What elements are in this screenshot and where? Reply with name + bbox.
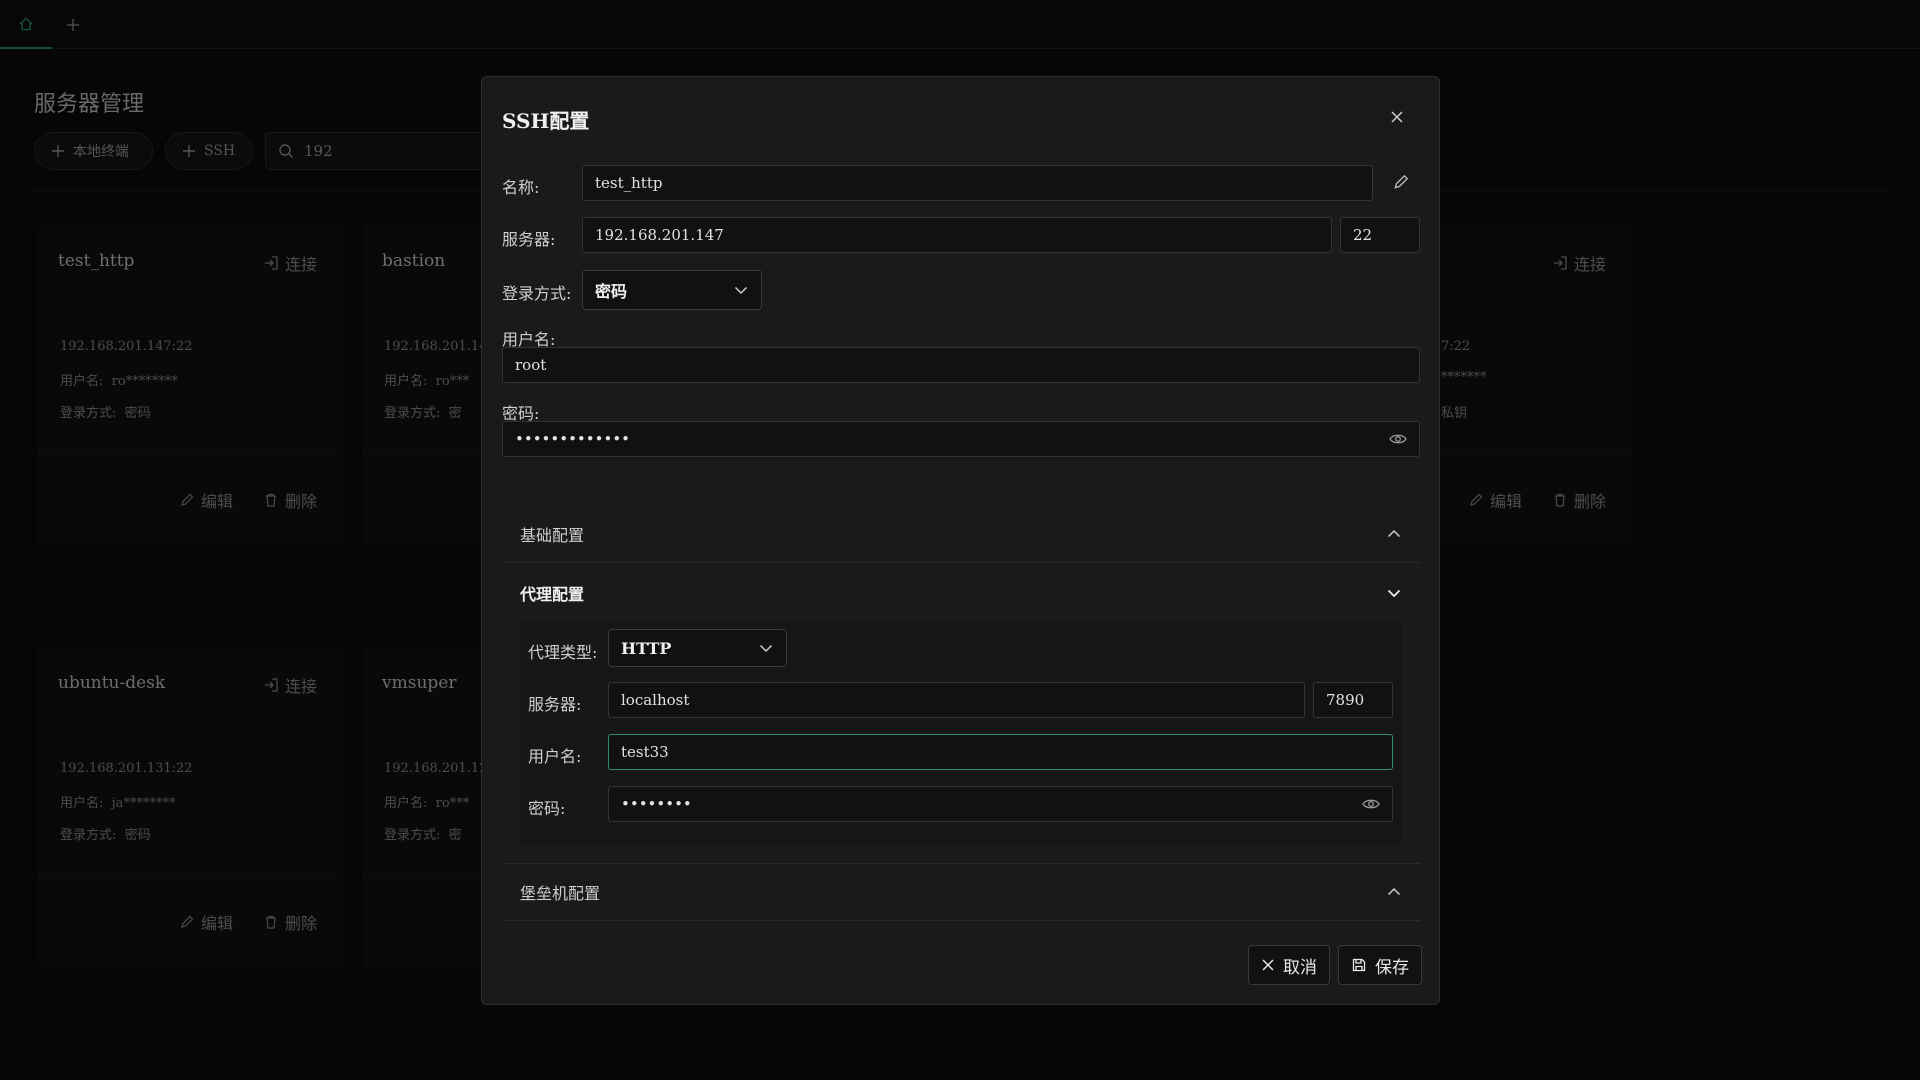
ssh-config-dialog: SSH配置 名称: test_http 服务器: 192.168.201.147… <box>481 76 1440 1005</box>
section-label: 代理配置 <box>520 585 585 604</box>
save-label: 保存 <box>1375 957 1409 978</box>
chevron-down-icon <box>1386 585 1402 601</box>
eye-icon[interactable] <box>1389 432 1407 446</box>
dialog-title: SSH配置 <box>502 109 590 133</box>
pencil-icon <box>1392 173 1410 191</box>
port-field[interactable]: 22 <box>1340 217 1420 253</box>
eye-icon[interactable] <box>1362 797 1380 811</box>
proxy-port-field[interactable]: 7890 <box>1313 682 1393 718</box>
close-icon <box>1389 109 1405 125</box>
bastion-config-section[interactable]: 堡垒机配置 <box>502 863 1420 921</box>
password-field[interactable]: ••••••••••••• <box>502 421 1420 457</box>
proxy-password-value: •••••••• <box>621 795 692 813</box>
proxy-server-field[interactable]: localhost <box>608 682 1305 718</box>
proxy-username-field[interactable]: test33 <box>608 734 1393 770</box>
server-field[interactable]: 192.168.201.147 <box>582 217 1332 253</box>
chevron-down-icon <box>758 640 774 656</box>
username-field[interactable]: root <box>502 347 1420 383</box>
proxy-server-label: 服务器: <box>528 695 582 714</box>
login-method-value: 密码 <box>595 282 628 301</box>
proxy-type-label: 代理类型: <box>528 643 598 662</box>
login-method-select[interactable]: 密码 <box>582 270 762 310</box>
chevron-up-icon <box>1386 526 1402 542</box>
name-label: 名称: <box>502 178 540 197</box>
proxy-config-section[interactable]: 代理配置 <box>502 564 1420 622</box>
proxy-password-field[interactable]: •••••••• <box>608 786 1393 822</box>
close-button[interactable] <box>1385 105 1409 129</box>
proxy-type-value: HTTP <box>621 638 672 658</box>
section-label: 基础配置 <box>520 525 585 545</box>
close-icon <box>1261 958 1275 972</box>
chevron-down-icon <box>733 282 749 298</box>
cancel-button[interactable]: 取消 <box>1248 945 1330 985</box>
proxy-config-panel: 代理类型: HTTP 服务器: localhost 7890 用户名: test… <box>520 621 1402 845</box>
server-label: 服务器: <box>502 230 556 249</box>
login-method-label: 登录方式: <box>502 284 572 303</box>
save-icon <box>1351 957 1367 973</box>
proxy-username-label: 用户名: <box>528 747 582 766</box>
chevron-up-icon <box>1386 884 1402 900</box>
basic-config-section[interactable]: 基础配置 <box>502 505 1420 563</box>
save-button[interactable]: 保存 <box>1338 945 1422 985</box>
section-label: 堡垒机配置 <box>520 884 601 903</box>
proxy-password-label: 密码: <box>528 799 566 818</box>
name-field[interactable]: test_http <box>582 165 1373 201</box>
rename-button[interactable] <box>1392 173 1410 191</box>
cancel-label: 取消 <box>1283 957 1317 978</box>
proxy-type-select[interactable]: HTTP <box>608 629 787 667</box>
password-value: ••••••••••••• <box>515 430 631 448</box>
